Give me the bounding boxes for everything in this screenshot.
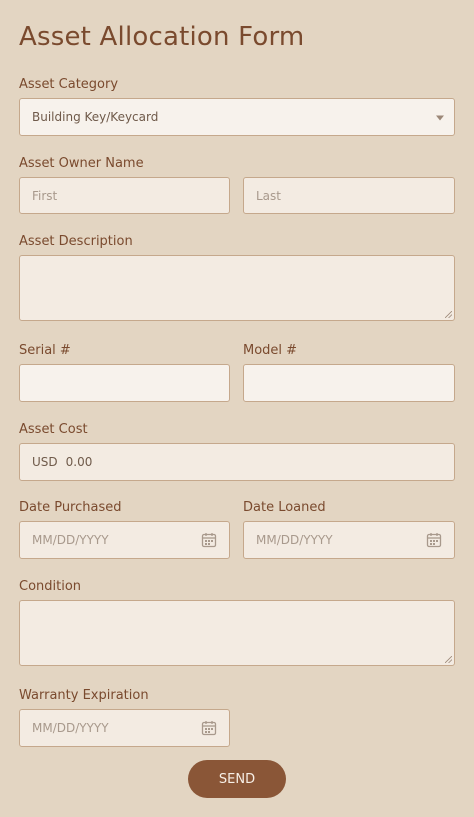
date-purchased-input[interactable]: MM/DD/YYYY — [19, 521, 230, 559]
model-input[interactable] — [243, 364, 455, 402]
serial-label: Serial # — [19, 343, 71, 358]
date-purchased-label: Date Purchased — [19, 500, 122, 515]
asset-cost-input[interactable]: USD 0.00 — [19, 443, 455, 481]
warranty-expiration-label: Warranty Expiration — [19, 688, 149, 703]
condition-textarea[interactable] — [19, 600, 455, 666]
currency-prefix: USD — [32, 455, 58, 469]
asset-category-value: Building Key/Keycard — [32, 110, 159, 124]
date-loaned-input[interactable]: MM/DD/YYYY — [243, 521, 455, 559]
asset-description-label: Asset Description — [19, 234, 133, 249]
owner-first-name-input[interactable]: First — [19, 177, 230, 214]
calendar-icon[interactable] — [201, 532, 217, 548]
serial-input[interactable] — [19, 364, 230, 402]
send-button[interactable]: SEND — [188, 760, 286, 798]
asset-cost-label: Asset Cost — [19, 422, 88, 437]
owner-name-label: Asset Owner Name — [19, 156, 144, 171]
asset-description-textarea[interactable] — [19, 255, 455, 321]
asset-cost-value: 0.00 — [65, 455, 93, 469]
page-title: Asset Allocation Form — [19, 22, 305, 52]
asset-category-label: Asset Category — [19, 77, 119, 92]
chevron-down-icon — [436, 115, 444, 121]
date-loaned-placeholder: MM/DD/YYYY — [256, 533, 333, 547]
asset-category-select[interactable]: Building Key/Keycard — [19, 98, 455, 136]
warranty-expiration-input[interactable]: MM/DD/YYYY — [19, 709, 230, 747]
resize-grip-icon[interactable] — [445, 311, 452, 318]
calendar-icon[interactable] — [201, 720, 217, 736]
date-purchased-placeholder: MM/DD/YYYY — [32, 533, 109, 547]
date-loaned-label: Date Loaned — [243, 500, 326, 515]
model-label: Model # — [243, 343, 298, 358]
calendar-icon[interactable] — [426, 532, 442, 548]
owner-last-name-input[interactable]: Last — [243, 177, 455, 214]
resize-grip-icon[interactable] — [445, 656, 452, 663]
warranty-expiration-placeholder: MM/DD/YYYY — [32, 721, 109, 735]
last-name-placeholder: Last — [256, 188, 281, 203]
first-name-placeholder: First — [32, 188, 58, 203]
condition-label: Condition — [19, 579, 82, 594]
